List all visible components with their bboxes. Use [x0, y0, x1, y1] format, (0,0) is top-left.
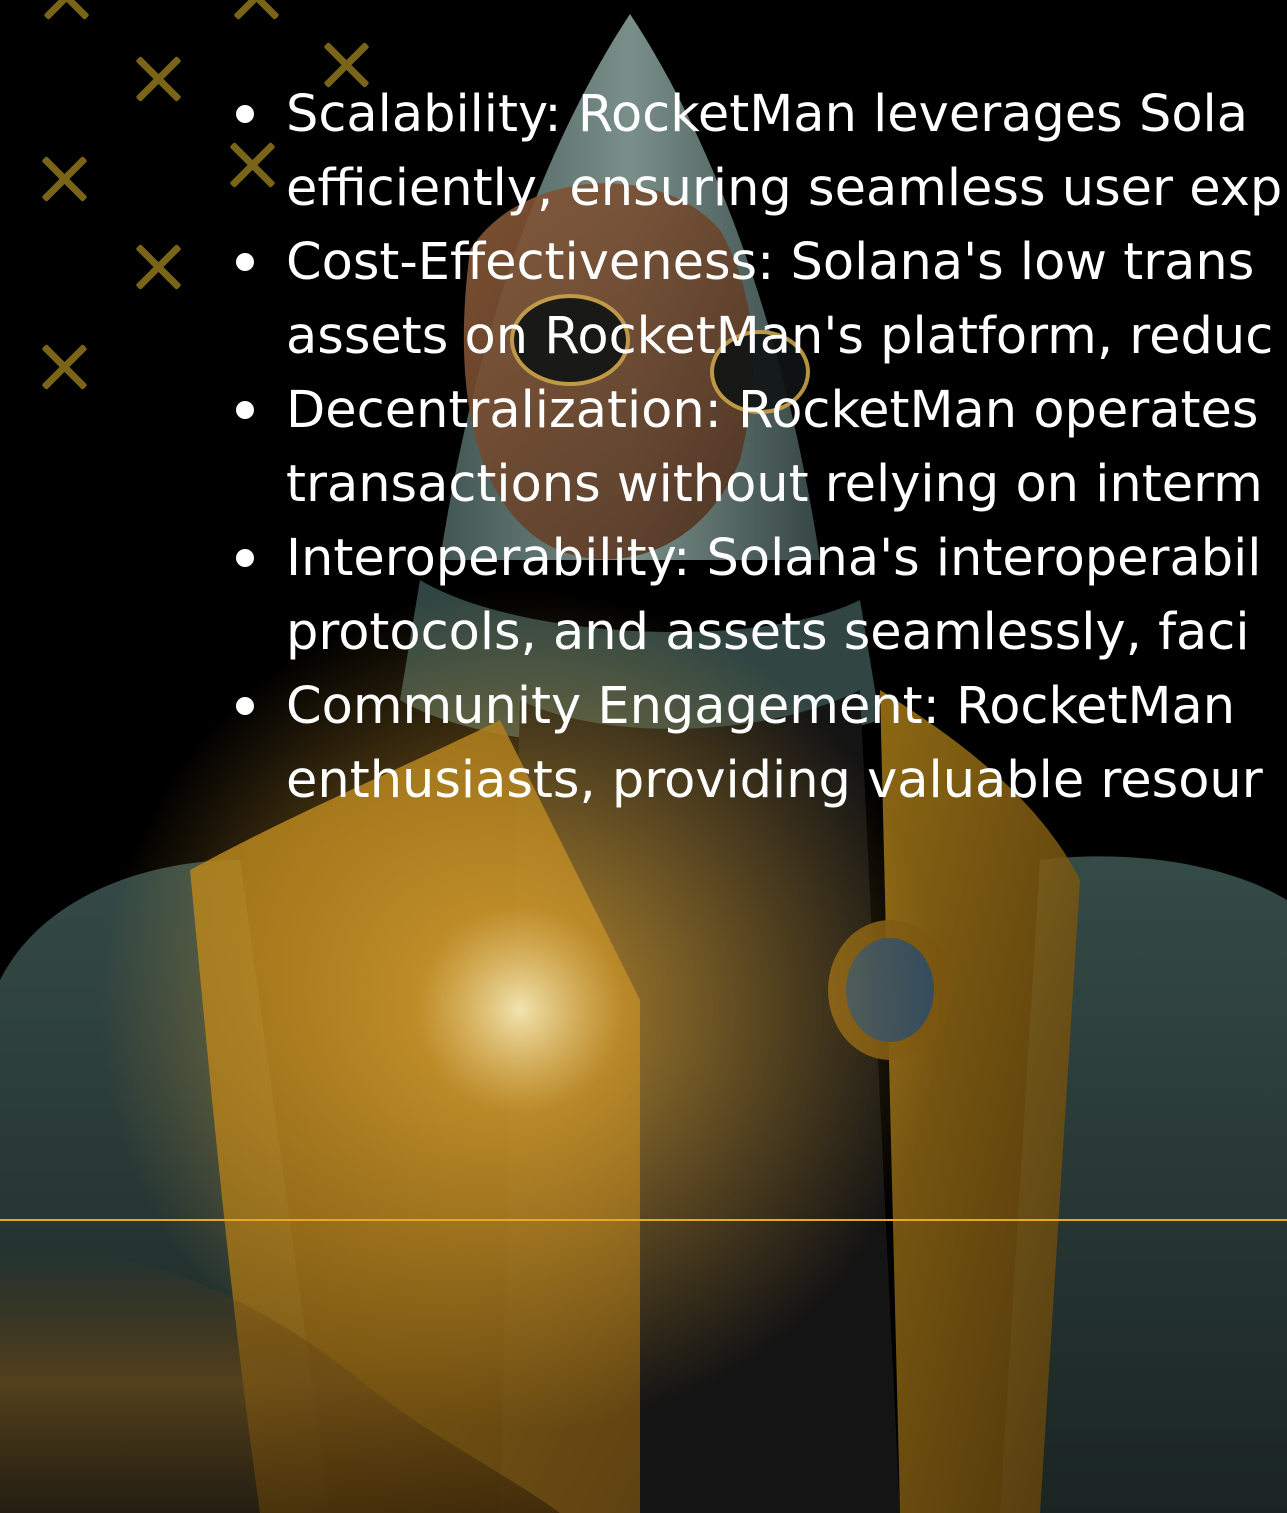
feature-text: Interoperability: Solana's interoperabil — [286, 529, 1262, 588]
feature-text: Scalability: RocketMan leverages Sola — [286, 85, 1248, 144]
feature-item-community-engagement: Community Engagement: RocketMan enthusia… — [230, 670, 1287, 818]
page: Scalability: RocketMan leverages Sola ef… — [0, 0, 1287, 1513]
feature-text: enthusiasts, providing valuable resour — [286, 751, 1263, 810]
bullet-icon — [236, 253, 254, 271]
bullet-icon — [236, 549, 254, 567]
decor-x-icon — [132, 52, 186, 106]
feature-item-decentralization: Decentralization: RocketMan operates tra… — [230, 374, 1287, 522]
decor-x-icon — [230, 0, 284, 24]
feature-text: Decentralization: RocketMan operates — [286, 381, 1259, 440]
feature-text: transactions without relying on interm — [286, 455, 1263, 514]
feature-text: assets on RocketMan's platform, reduc — [286, 307, 1274, 366]
feature-list: Scalability: RocketMan leverages Sola ef… — [230, 78, 1287, 818]
bullet-icon — [236, 697, 254, 715]
feature-text: efficiently, ensuring seamless user exp — [286, 159, 1283, 218]
section-divider — [0, 1219, 1287, 1221]
feature-item-cost-effectiveness: Cost-Effectiveness: Solana's low trans a… — [230, 226, 1287, 374]
feature-item-scalability: Scalability: RocketMan leverages Sola ef… — [230, 78, 1287, 226]
bullet-icon — [236, 401, 254, 419]
feature-text: protocols, and assets seamlessly, faci — [286, 603, 1250, 662]
bullet-icon — [236, 105, 254, 123]
decor-x-icon — [38, 152, 92, 206]
decor-x-icon — [132, 240, 186, 294]
decor-x-icon — [38, 340, 92, 394]
decor-x-icon — [40, 0, 94, 24]
feature-text: Community Engagement: RocketMan — [286, 677, 1236, 736]
feature-item-interoperability: Interoperability: Solana's interoperabil… — [230, 522, 1287, 670]
feature-text: Cost-Effectiveness: Solana's low trans — [286, 233, 1255, 292]
